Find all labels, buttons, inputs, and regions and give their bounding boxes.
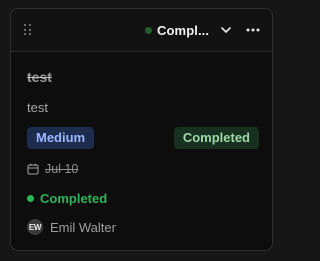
priority-badge[interactable]: Medium: [27, 127, 95, 149]
status-indicator-text: Completed: [40, 191, 108, 206]
assignee-name: Emil Walter: [50, 219, 116, 235]
drag-handle-icon[interactable]: [24, 24, 32, 36]
status-select[interactable]: Compl...: [145, 19, 232, 41]
status-badge[interactable]: Completed: [173, 127, 259, 149]
task-title[interactable]: test: [27, 69, 52, 85]
task-card[interactable]: Compl... test test Medium Completed Jul …: [10, 8, 273, 251]
more-options-button[interactable]: [244, 21, 262, 39]
due-date[interactable]: Jul 10: [27, 162, 78, 176]
more-horizontal-icon: [246, 28, 260, 32]
due-date-text: Jul 10: [45, 162, 79, 176]
task-description: test: [27, 100, 48, 115]
card-header: Compl...: [11, 9, 272, 52]
status-indicator: Completed: [27, 191, 107, 206]
calendar-icon: [27, 163, 39, 175]
chevron-down-icon[interactable]: [220, 24, 232, 36]
avatar: EW: [27, 219, 43, 235]
assignee[interactable]: EW Emil Walter: [27, 219, 116, 235]
status-dot-icon: [27, 195, 34, 202]
status-select-label: Compl...: [157, 22, 210, 38]
status-dot-icon: [145, 26, 152, 34]
